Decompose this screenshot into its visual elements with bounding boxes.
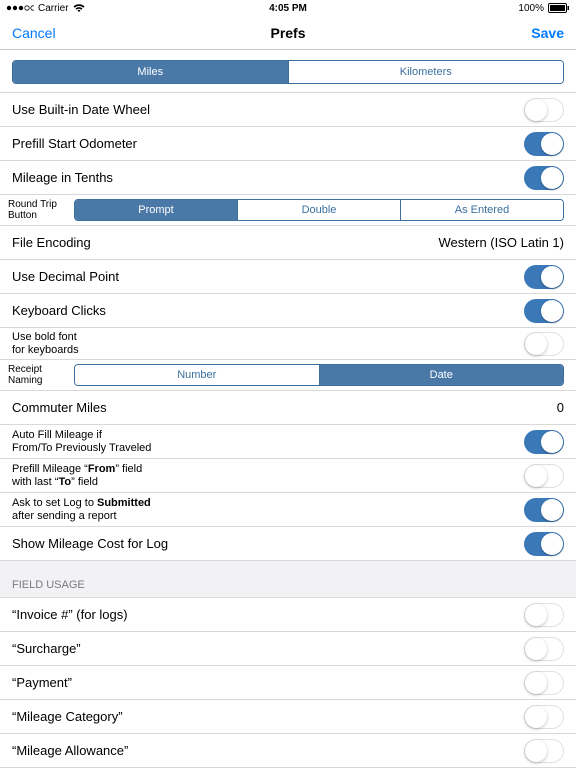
signal-dots-icon <box>6 5 34 11</box>
row-field-payment[interactable]: “Payment” <box>0 666 576 700</box>
row-mileage-tenths[interactable]: Mileage in Tenths <box>0 161 576 195</box>
seg-kilometers[interactable]: Kilometers <box>288 61 564 83</box>
toggle-prefill-odometer[interactable] <box>524 132 564 156</box>
row-decimal-point[interactable]: Use Decimal Point <box>0 260 576 294</box>
seg-miles[interactable]: Miles <box>13 61 288 83</box>
toggle-mileage-cat[interactable] <box>524 705 564 729</box>
page-title: Prefs <box>0 25 576 41</box>
round-trip-segmented[interactable]: Prompt Double As Entered <box>74 199 564 221</box>
commuter-value: 0 <box>557 400 564 415</box>
row-field-mileage-cat[interactable]: “Mileage Category” <box>0 700 576 734</box>
toggle-keyboard-clicks[interactable] <box>524 299 564 323</box>
row-commuter-miles[interactable]: Commuter Miles 0 <box>0 391 576 425</box>
toggle-autofill-mileage[interactable] <box>524 430 564 454</box>
row-bold-font[interactable]: Use bold font for keyboards <box>0 328 576 360</box>
wifi-icon <box>73 4 85 13</box>
row-keyboard-clicks[interactable]: Keyboard Clicks <box>0 294 576 328</box>
toggle-payment[interactable] <box>524 671 564 695</box>
seg-date[interactable]: Date <box>319 365 564 385</box>
seg-number[interactable]: Number <box>75 365 319 385</box>
nav-bar: Cancel Prefs Save <box>0 16 576 50</box>
seg-double[interactable]: Double <box>237 200 400 220</box>
toggle-bold-font[interactable] <box>524 332 564 356</box>
seg-as-entered[interactable]: As Entered <box>400 200 563 220</box>
toggle-mileage-allow[interactable] <box>524 739 564 763</box>
section-field-usage: FIELD USAGE <box>0 561 576 598</box>
row-field-surcharge[interactable]: “Surcharge” <box>0 632 576 666</box>
status-bar: Carrier 4:05 PM 100% <box>0 0 576 16</box>
receipt-naming-label: Receipt Naming <box>8 364 68 386</box>
toggle-surcharge[interactable] <box>524 637 564 661</box>
row-field-invoice[interactable]: “Invoice #” (for logs) <box>0 598 576 632</box>
status-time: 4:05 PM <box>0 3 576 14</box>
row-show-cost[interactable]: Show Mileage Cost for Log <box>0 527 576 561</box>
row-builtin-wheel[interactable]: Use Built-in Date Wheel <box>0 93 576 127</box>
carrier-label: Carrier <box>38 3 69 14</box>
row-file-encoding[interactable]: File Encoding Western (ISO Latin 1) <box>0 226 576 260</box>
save-button[interactable]: Save <box>531 25 564 41</box>
toggle-ask-submitted[interactable] <box>524 498 564 522</box>
row-autofill-mileage[interactable]: Auto Fill Mileage if From/To Previously … <box>0 425 576 459</box>
cancel-button[interactable]: Cancel <box>12 25 56 41</box>
toggle-prefill-from[interactable] <box>524 464 564 488</box>
toggle-show-cost[interactable] <box>524 532 564 556</box>
receipt-naming-segmented[interactable]: Number Date <box>74 364 564 386</box>
row-ask-submitted[interactable]: Ask to set Log to Submittedafter sending… <box>0 493 576 527</box>
row-field-mileage-allow[interactable]: “Mileage Allowance” <box>0 734 576 768</box>
round-trip-label: Round Trip Button <box>8 199 68 221</box>
units-segmented[interactable]: Miles Kilometers <box>12 60 564 84</box>
toggle-mileage-tenths[interactable] <box>524 166 564 190</box>
battery-percent: 100% <box>518 3 544 14</box>
toggle-decimal-point[interactable] <box>524 265 564 289</box>
battery-icon <box>548 3 570 13</box>
row-prefill-from[interactable]: Prefill Mileage “From” fieldwith last “T… <box>0 459 576 493</box>
toggle-builtin-wheel[interactable] <box>524 98 564 122</box>
file-encoding-value: Western (ISO Latin 1) <box>439 235 564 250</box>
toggle-invoice[interactable] <box>524 603 564 627</box>
content-scroll[interactable]: Miles Kilometers Use Built-in Date Wheel… <box>0 50 576 768</box>
row-prefill-odometer[interactable]: Prefill Start Odometer <box>0 127 576 161</box>
seg-prompt[interactable]: Prompt <box>75 200 237 220</box>
